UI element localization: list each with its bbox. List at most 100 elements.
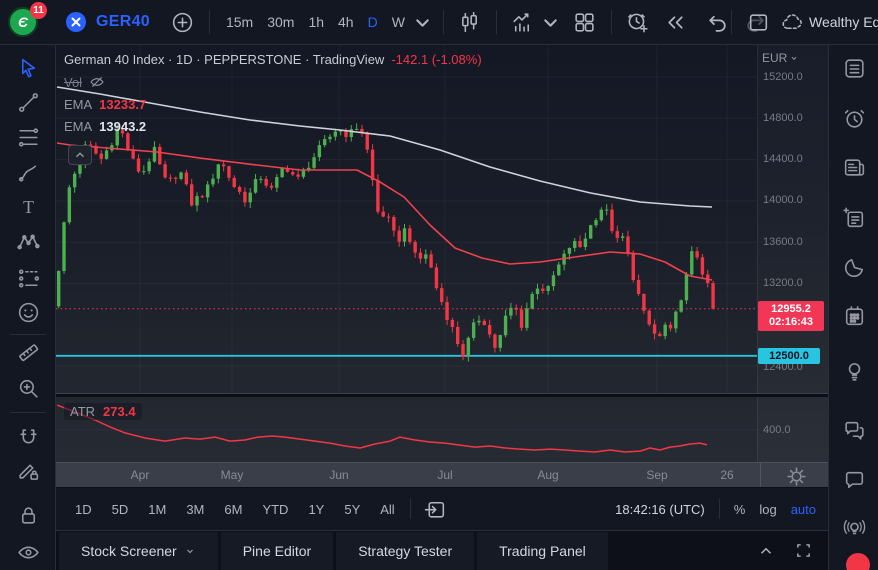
timeframe-W[interactable]: W <box>385 10 412 34</box>
separator <box>611 10 612 34</box>
separator <box>10 334 46 335</box>
pattern-tool[interactable] <box>13 227 43 257</box>
watchlist-icon <box>842 56 867 81</box>
timeframe-chevron-icon[interactable] <box>412 5 434 39</box>
watchlist[interactable] <box>839 53 869 83</box>
symbol-name[interactable]: GER40 <box>96 13 150 31</box>
trend-line-tool[interactable] <box>13 87 43 117</box>
layout-name[interactable]: Wealthy Educ... <box>809 14 878 30</box>
alerts-icon <box>842 106 867 131</box>
public-chats[interactable] <box>839 415 869 445</box>
hide-drawings[interactable] <box>13 537 43 567</box>
notification-badge: 11 <box>30 2 47 19</box>
symbol-logo-icon <box>64 10 88 34</box>
timeframe-4h[interactable]: 4h <box>331 10 361 34</box>
chart-settings-gear-icon[interactable] <box>784 464 808 488</box>
tab-strategy-tester[interactable]: Strategy Tester <box>336 532 474 570</box>
emoji-tool[interactable] <box>13 297 43 327</box>
timeframe-15m[interactable]: 15m <box>219 10 260 34</box>
ideas-icon <box>842 359 867 384</box>
range-ytd[interactable]: YTD <box>255 497 295 522</box>
eye-off-icon[interactable] <box>89 74 105 90</box>
tab-stock-screener[interactable]: Stock Screener <box>59 532 218 570</box>
auto-scale-button[interactable]: auto <box>791 502 816 517</box>
percent-scale-button[interactable]: % <box>734 502 746 517</box>
range-5d[interactable]: 5D <box>105 497 136 522</box>
alerts[interactable] <box>839 103 869 133</box>
go-to-date-icon[interactable] <box>419 492 453 526</box>
drawing-mode[interactable] <box>13 455 43 485</box>
measure-tool[interactable] <box>13 337 43 367</box>
indicators-icon[interactable] <box>506 5 540 39</box>
price-axis[interactable] <box>757 45 828 462</box>
range-5y[interactable]: 5Y <box>337 497 367 522</box>
pattern-tool-icon <box>16 230 41 255</box>
axis-currency[interactable]: EUR <box>762 51 799 65</box>
ema-slow-label[interactable]: EMA <box>64 119 92 134</box>
price-axis-label: 13600.0 <box>763 236 803 248</box>
legend-collapse-button[interactable] <box>68 145 92 165</box>
alert-add-icon[interactable] <box>621 5 655 39</box>
range-6m[interactable]: 6M <box>217 497 249 522</box>
ideas-stream[interactable] <box>839 513 869 543</box>
compare-add-icon[interactable] <box>166 5 200 39</box>
bar-replay-icon[interactable] <box>659 5 693 39</box>
magnet-mode[interactable] <box>13 423 43 453</box>
lock-drawings[interactable] <box>13 500 43 530</box>
cursor-tool[interactable] <box>13 53 43 83</box>
layout-save-cluster: Wealthy Educ... <box>722 0 878 44</box>
brush-tool-icon <box>16 160 41 185</box>
text-tool[interactable]: T <box>13 192 43 222</box>
ema-fast-label[interactable]: EMA <box>64 97 92 112</box>
news[interactable] <box>839 152 869 182</box>
forecast-tool-icon <box>16 266 41 291</box>
layout-grid-icon[interactable] <box>568 5 602 39</box>
ideas[interactable] <box>839 356 869 386</box>
text-notes[interactable] <box>839 203 869 233</box>
indicators-chevron-icon[interactable] <box>540 5 562 39</box>
atr-label[interactable]: ATR <box>70 404 95 419</box>
top-toolbar: Є 11 GER40 15m30m1h4hDW Wealthy Educ... <box>0 0 878 45</box>
range-1d[interactable]: 1D <box>68 497 99 522</box>
timeframe-30m[interactable]: 30m <box>260 10 301 34</box>
calendar[interactable] <box>839 301 869 331</box>
magnet-mode-icon <box>16 426 41 451</box>
range-1y[interactable]: 1Y <box>301 497 331 522</box>
user-avatar[interactable]: Є 11 <box>8 7 38 37</box>
chart-style-icon[interactable] <box>453 5 487 39</box>
collapse-panel-icon[interactable] <box>757 542 775 560</box>
bottom-tab-bar: Stock ScreenerPine EditorStrategy Tester… <box>56 530 828 570</box>
log-scale-button[interactable]: log <box>759 502 776 517</box>
cloud-sync-icon[interactable] <box>775 5 809 39</box>
range-1m[interactable]: 1M <box>141 497 173 522</box>
time-axis-label: Sep <box>646 468 667 482</box>
tradingview-app: Є 11 GER40 15m30m1h4hDW Wealthy Educ... … <box>0 0 878 570</box>
hotlists[interactable] <box>839 252 869 282</box>
forecast-tool[interactable] <box>13 263 43 293</box>
fib-retracement-tool[interactable] <box>13 122 43 152</box>
volume-indicator-label[interactable]: Vol <box>64 75 82 90</box>
help-notification-blob[interactable] <box>846 553 870 570</box>
private-chat[interactable] <box>839 465 869 495</box>
range-3m[interactable]: 3M <box>179 497 211 522</box>
countdown: 02:16:43 <box>769 316 813 329</box>
brush-tool[interactable] <box>13 157 43 187</box>
zoom-in-tool[interactable] <box>13 373 43 403</box>
atr-pane[interactable] <box>56 397 757 462</box>
tab-trading-panel[interactable]: Trading Panel <box>477 532 608 570</box>
fullscreen-icon[interactable] <box>795 542 812 559</box>
bottom-toolbar: 1D5D1M3M6MYTD1Y5YAll 18:42:16 (UTC) % lo… <box>56 487 828 530</box>
save-layout-icon[interactable] <box>741 5 775 39</box>
atr-legend: ATR 273.4 <box>64 403 142 420</box>
time-axis-label: Apr <box>131 468 150 482</box>
clock[interactable]: 18:42:16 (UTC) <box>615 502 705 517</box>
range-all[interactable]: All <box>373 497 401 522</box>
time-axis-label: Jul <box>437 468 452 482</box>
legend-title[interactable]: German 40 Index · 1D · PEPPERSTONE · Tra… <box>64 52 384 67</box>
tab-pine-editor[interactable]: Pine Editor <box>221 532 333 570</box>
timeframe-D[interactable]: D <box>361 10 385 34</box>
timeframe-1h[interactable]: 1h <box>301 10 331 34</box>
atr-scale-label: 400.0 <box>763 424 791 436</box>
time-axis[interactable]: AprMayJunJulAugSep26 <box>56 462 828 487</box>
separator <box>410 499 411 519</box>
